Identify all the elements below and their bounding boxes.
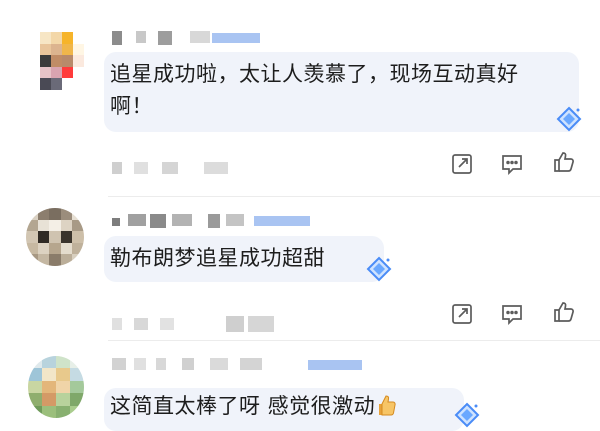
diamond-badge-icon <box>366 256 392 282</box>
comment-item: 这简直太棒了呀 感觉很激动 <box>0 340 600 431</box>
comment-text-content: 这简直太棒了呀 感觉很激动 <box>110 394 376 418</box>
comment-bubble[interactable]: 追星成功啦，太让人羡慕了，现场互动真好 啊！ <box>104 52 579 132</box>
username-blurred[interactable] <box>112 31 262 45</box>
avatar[interactable] <box>26 208 84 266</box>
comment-text-line2: 啊！ <box>110 94 153 118</box>
comment-item: 追星成功啦，太让人羡慕了，现场互动真好 啊！ <box>0 0 600 195</box>
comment-icon[interactable] <box>500 302 524 326</box>
comment-text: 勒布朗梦追星成功超甜 <box>110 246 325 270</box>
username-blurred[interactable] <box>112 214 312 228</box>
comment-text: 这简直太棒了呀 感觉很激动 <box>110 388 397 424</box>
comment-text: 追星成功啦，太让人羡慕了，现场互动真好 <box>110 62 519 86</box>
diamond-badge-icon <box>454 402 480 428</box>
share-icon[interactable] <box>450 302 474 326</box>
comment-bubble[interactable]: 勒布朗梦追星成功超甜 <box>104 236 384 282</box>
diamond-badge-icon <box>556 106 582 132</box>
like-icon[interactable] <box>552 300 576 324</box>
timestamp-blurred <box>112 316 292 332</box>
thumbs-up-emoji <box>379 395 396 416</box>
avatar[interactable] <box>28 356 84 418</box>
comment-item: 勒布朗梦追星成功超甜 <box>0 196 600 346</box>
like-icon[interactable] <box>552 150 576 174</box>
timestamp-blurred <box>112 162 242 174</box>
avatar[interactable] <box>40 32 84 90</box>
comment-icon[interactable] <box>500 152 524 176</box>
username-blurred[interactable] <box>112 358 362 370</box>
share-icon[interactable] <box>450 152 474 176</box>
comment-bubble[interactable]: 这简直太棒了呀 感觉很激动 <box>104 388 464 431</box>
